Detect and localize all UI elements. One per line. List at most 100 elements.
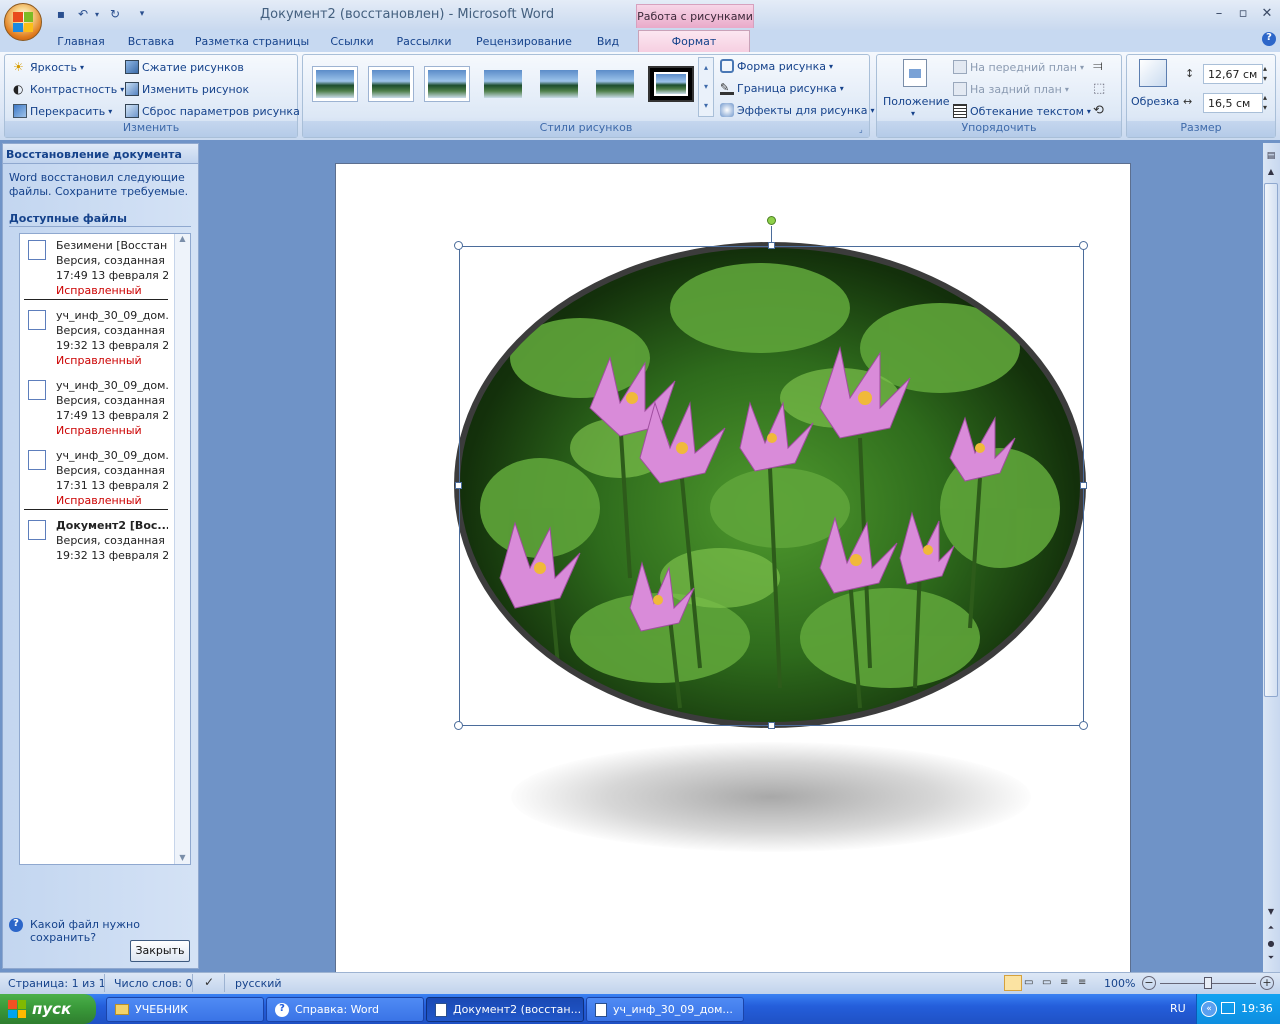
redo-icon[interactable]: ↻ bbox=[106, 5, 124, 23]
position-icon bbox=[903, 59, 927, 87]
ruler-toggle-icon[interactable]: ▤ bbox=[1265, 151, 1277, 163]
document-scrollbar[interactable]: ▤ ▲ ▼ ⏶ ● ⏷ bbox=[1263, 143, 1280, 972]
send-to-back-button[interactable]: На задний план ▾ bbox=[953, 80, 1069, 98]
height-spinner[interactable]: ▴ ▾ bbox=[1263, 64, 1267, 84]
tab-review[interactable]: Рецензирование bbox=[470, 33, 578, 52]
resize-handle-bl[interactable] bbox=[454, 721, 463, 730]
scroll-up-icon[interactable]: ▲ bbox=[175, 234, 190, 248]
picture-style-3[interactable] bbox=[424, 66, 470, 102]
change-picture-button[interactable]: Изменить рисунок bbox=[125, 80, 249, 98]
tab-view[interactable]: Вид bbox=[590, 33, 626, 52]
picture-style-4[interactable] bbox=[480, 66, 526, 102]
close-icon[interactable]: ✕ bbox=[1256, 6, 1278, 22]
text-wrapping-button[interactable]: Обтекание текстом ▾ bbox=[953, 102, 1091, 120]
zoom-level[interactable]: 100% bbox=[1104, 977, 1135, 990]
position-button[interactable]: Положение bbox=[883, 95, 950, 108]
list-scrollbar[interactable]: ▲ ▼ bbox=[174, 234, 190, 864]
draft-icon[interactable]: ≡ bbox=[1078, 977, 1086, 988]
rotation-handle[interactable] bbox=[767, 216, 776, 225]
proofing-icon[interactable]: ✓ bbox=[204, 975, 214, 989]
outline-icon[interactable]: ≡ bbox=[1060, 977, 1068, 988]
close-pane-button[interactable]: Закрыть bbox=[130, 940, 190, 962]
width-spinner[interactable]: ▴ ▾ bbox=[1263, 93, 1267, 113]
resize-handle-r[interactable] bbox=[1080, 482, 1087, 489]
gallery-scroll[interactable]: ▴ ▾ ▾ bbox=[698, 57, 714, 117]
scroll-thumb[interactable] bbox=[1264, 183, 1278, 697]
taskbar-button-help[interactable]: ? Справка: Word bbox=[266, 997, 424, 1022]
clock[interactable]: 19:36 bbox=[1241, 1002, 1273, 1015]
compress-pictures-button[interactable]: Сжатие рисунков bbox=[125, 58, 244, 76]
picture-effects-button[interactable]: Эффекты для рисунка ▾ bbox=[720, 101, 875, 119]
picture-style-5[interactable] bbox=[536, 66, 582, 102]
list-item[interactable]: уч_инф_30_09_дом... Версия, созданная ..… bbox=[22, 448, 170, 508]
zoom-slider-thumb[interactable] bbox=[1204, 977, 1212, 989]
zoom-out-icon[interactable]: − bbox=[1142, 976, 1156, 990]
bring-to-front-button[interactable]: На передний план ▾ bbox=[953, 58, 1084, 76]
recolor-button[interactable]: Перекрасить ▾ bbox=[13, 102, 112, 120]
tab-insert[interactable]: Вставка bbox=[122, 33, 180, 52]
taskbar-button-folder[interactable]: УЧЕБНИК bbox=[106, 997, 264, 1022]
browse-object-icon[interactable]: ● bbox=[1265, 939, 1277, 948]
scroll-up-icon[interactable]: ▲ bbox=[1265, 167, 1277, 176]
resize-handle-t[interactable] bbox=[768, 242, 775, 249]
resize-handle-l[interactable] bbox=[455, 482, 462, 489]
resize-handle-tl[interactable] bbox=[454, 241, 463, 250]
scroll-down-icon[interactable]: ▼ bbox=[175, 853, 190, 862]
print-layout-icon[interactable] bbox=[1004, 975, 1022, 991]
undo-icon[interactable]: ↶ bbox=[74, 5, 92, 23]
minimize-icon[interactable]: – bbox=[1208, 6, 1230, 22]
next-page-icon[interactable]: ⏷ bbox=[1265, 953, 1277, 963]
restore-icon[interactable]: ▫ bbox=[1232, 6, 1254, 22]
list-item[interactable]: уч_инф_30_09_дом... Версия, созданная ..… bbox=[22, 308, 170, 368]
position-dropdown-icon[interactable]: ▾ bbox=[911, 109, 915, 118]
zoom-in-icon[interactable]: + bbox=[1260, 976, 1274, 990]
height-field[interactable]: 12,67 см bbox=[1203, 64, 1263, 84]
tray-chevron-icon[interactable]: « bbox=[1201, 1001, 1217, 1017]
tab-mailings[interactable]: Рассылки bbox=[392, 33, 456, 52]
scroll-down-icon[interactable]: ▼ bbox=[1265, 907, 1277, 916]
save-icon[interactable]: ▪ bbox=[52, 5, 70, 23]
start-button[interactable]: пуск bbox=[0, 994, 96, 1024]
input-language[interactable]: RU bbox=[1170, 1002, 1186, 1015]
width-field[interactable]: 16,5 см bbox=[1203, 93, 1263, 113]
picture-border-button[interactable]: ✎ Граница рисунка ▾ bbox=[720, 79, 844, 97]
page-count[interactable]: Страница: 1 из 1 bbox=[8, 977, 106, 990]
list-item[interactable]: Безимени [Восстан... Версия, созданная .… bbox=[22, 238, 170, 298]
list-item[interactable]: уч_инф_30_09_дом... Версия, созданная ..… bbox=[22, 378, 170, 438]
picture-style-1[interactable] bbox=[312, 66, 358, 102]
tab-format[interactable]: Формат bbox=[638, 30, 750, 52]
tab-page-layout[interactable]: Разметка страницы bbox=[192, 33, 312, 52]
prev-page-icon[interactable]: ⏶ bbox=[1265, 923, 1277, 933]
network-icon[interactable] bbox=[1221, 1002, 1235, 1014]
office-button[interactable] bbox=[4, 3, 42, 41]
group-icon[interactable]: ⬚ bbox=[1093, 81, 1105, 96]
contrast-button[interactable]: ◐ Контрастность ▾ bbox=[13, 80, 124, 98]
brightness-button[interactable]: ☀ Яркость ▾ bbox=[13, 58, 84, 76]
resize-handle-tr[interactable] bbox=[1079, 241, 1088, 250]
resize-handle-b[interactable] bbox=[768, 722, 775, 729]
web-layout-icon[interactable]: ▭ bbox=[1042, 977, 1051, 988]
language[interactable]: русский bbox=[235, 977, 282, 990]
help-icon[interactable]: ? bbox=[1262, 32, 1276, 46]
picture-style-2[interactable] bbox=[368, 66, 414, 102]
customize-qat-icon[interactable]: ▾ bbox=[136, 5, 148, 23]
reset-picture-button[interactable]: Сброс параметров рисунка bbox=[125, 102, 300, 120]
picture-style-7[interactable] bbox=[648, 66, 694, 102]
picture-shape-button[interactable]: Форма рисунка ▾ bbox=[720, 57, 833, 75]
picture-style-6[interactable] bbox=[592, 66, 638, 102]
full-screen-reading-icon[interactable]: ▭ bbox=[1024, 977, 1033, 988]
rotate-icon[interactable]: ⟲ bbox=[1093, 103, 1104, 118]
dialog-launcher-icon[interactable]: ⌟ bbox=[859, 125, 863, 134]
tab-references[interactable]: Ссылки bbox=[324, 33, 380, 52]
taskbar-button-word[interactable]: уч_инф_30_09_дом... bbox=[586, 997, 744, 1022]
document-page[interactable] bbox=[335, 163, 1131, 975]
align-icon[interactable]: ⫤ bbox=[1093, 59, 1103, 74]
taskbar-button-word-active[interactable]: Документ2 (восстан... bbox=[426, 997, 584, 1022]
undo-dropdown-icon[interactable]: ▾ bbox=[92, 5, 102, 23]
word-count[interactable]: Число слов: 0 bbox=[114, 977, 193, 990]
crop-button[interactable]: Обрезка bbox=[1131, 95, 1179, 108]
recovered-files-list[interactable]: Безимени [Восстан... Версия, созданная .… bbox=[19, 233, 191, 865]
list-item[interactable]: Документ2 [Вос... Версия, созданная ... … bbox=[22, 518, 170, 564]
tab-home[interactable]: Главная bbox=[52, 33, 110, 52]
resize-handle-br[interactable] bbox=[1079, 721, 1088, 730]
